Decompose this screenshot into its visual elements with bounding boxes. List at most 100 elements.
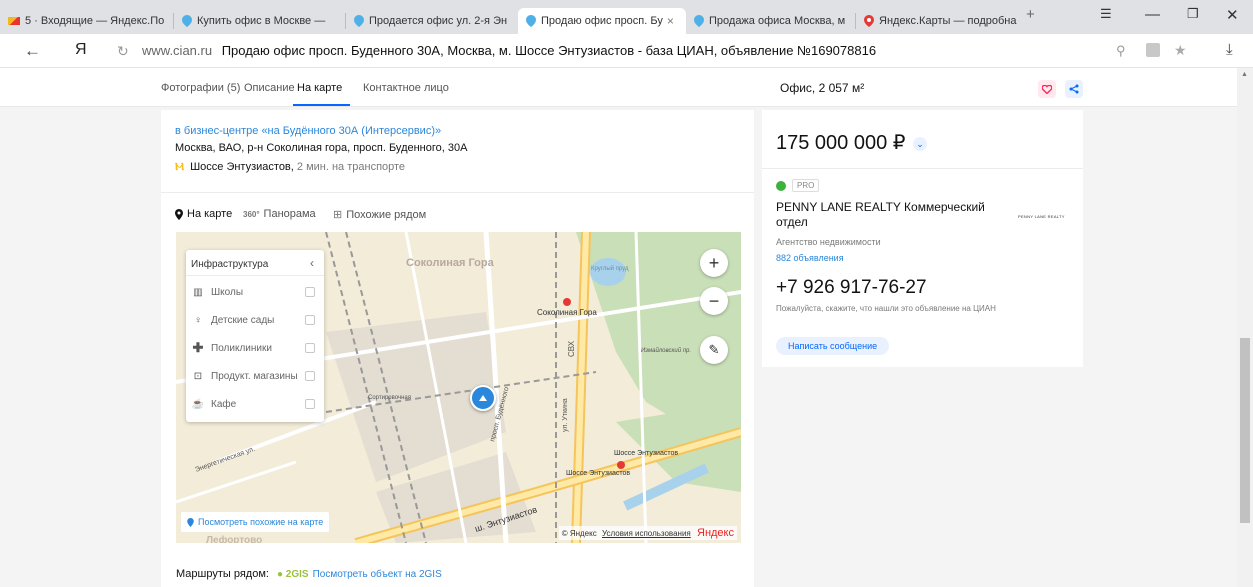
new-tab-button[interactable]: + [1026,6,1035,23]
protect-icon[interactable] [1146,43,1160,57]
tab-label: 5 · Входящие — Яндекс.По [25,15,165,27]
back-icon[interactable]: ← [24,41,41,61]
svg-text:СВХ: СВХ [567,340,576,357]
page-scrollbar[interactable]: ▲ [1237,68,1253,587]
map-tab-similar[interactable]: ⊞ Похожие рядом [333,208,427,222]
phone-number[interactable]: +7 926 917-76-27 [776,277,927,299]
restore-icon[interactable]: ❐ [1187,6,1199,22]
layer-checkbox[interactable] [305,287,315,297]
search-icon[interactable]: ⚲ [1116,43,1126,59]
tab-label: Продаю офис просп. Бу [541,15,663,27]
scrollbar-thumb[interactable] [1240,338,1250,523]
tab-yandex-maps[interactable]: Яндекс.Карты — подробна [856,8,1024,34]
url-domain: www.cian.ru [142,43,213,58]
url-field[interactable]: www.cian.ru Продаю офис просп. Буденного… [142,43,876,58]
browser-tab-strip: 5 · Входящие — Яндекс.По Купить офис в М… [0,0,1253,34]
panorama-icon: 360° [243,209,260,219]
url-page-title: Продаю офис просп. Буденного 30А, Москва… [221,43,877,58]
cian-pin-icon [182,15,192,27]
pin-icon [175,208,183,220]
layer-label: Продукт. магазины [211,370,298,382]
bookmark-star-icon[interactable]: ★ [1174,42,1187,59]
tab-label: Яндекс.Карты — подробна [879,15,1017,27]
layer-schools[interactable]: ▥ Школы [191,282,319,302]
scroll-up-icon[interactable]: ▲ [1241,71,1248,78]
zoom-in-button[interactable]: + [700,249,728,277]
similar-on-map-link[interactable]: Посмотреть похожие на карте [181,512,330,532]
tab-contact[interactable]: Контактное лицо [363,82,449,94]
tab-label: Продажа офиса Москва, м [709,15,846,27]
address-bar: ← Я ↻ www.cian.ru Продаю офис просп. Буд… [0,34,1253,68]
agency-logo[interactable]: PENNY LANE REALTY [1018,214,1065,219]
map-tab-panorama[interactable]: 360° Панорама [243,208,316,220]
routes-label: Маршруты рядом: [176,568,269,580]
tab-buy-office[interactable]: Купить офис в Москве — [174,8,346,34]
chevron-left-icon[interactable]: ‹ [310,256,314,270]
layer-clinics[interactable]: ✚ Поликлиники [191,338,319,358]
2gis-link[interactable]: Посмотреть объект на 2GIS [313,569,442,580]
layer-kindergartens[interactable]: ♀ Детские сады [191,310,319,330]
zoom-out-button[interactable]: − [700,287,728,315]
share-icon[interactable] [1065,80,1083,98]
layer-cafe[interactable]: ☕ Кафе [191,394,319,414]
offer-title: Офис, 2 057 м² [780,81,865,95]
download-icon[interactable]: ⤓ [1226,41,1233,58]
layer-checkbox[interactable] [305,315,315,325]
svg-text:ул. Уткина: ул. Уткина [562,398,569,432]
mail-icon [8,17,20,25]
clinic-icon: ✚ [192,340,204,355]
copyright-text: © Яндекс [561,529,597,538]
agency-type: Агентство недвижимости [776,237,881,247]
map-tab-label: Похожие рядом [346,208,427,221]
tab-photos[interactable]: Фотографии (5) [161,82,240,94]
menu-icon[interactable]: ☰ [1100,6,1112,22]
agency-ads-link[interactable]: 882 объявления [776,253,844,263]
layer-checkbox[interactable] [305,399,315,409]
tab-mail[interactable]: 5 · Входящие — Яндекс.По [0,8,174,34]
routes-row: Маршруты рядом: ● 2GIS Посмотреть объект… [176,568,442,580]
layer-shops[interactable]: ⊡ Продукт. магазины [191,366,319,386]
layer-checkbox[interactable] [305,343,315,353]
layer-label: Детские сады [211,314,275,326]
tab-description[interactable]: Описание [244,82,295,94]
close-icon[interactable]: × [667,14,674,28]
yandex-brand-logo[interactable]: Яндекс [697,527,734,539]
object-marker[interactable] [470,385,496,411]
ruler-icon[interactable]: ✎ [700,336,728,364]
tab-office-moscow[interactable]: Продажа офиса Москва, м [686,8,856,34]
school-icon: ▥ [193,286,203,298]
agency-name[interactable]: PENNY LANE REALTY Коммерческий отдел [776,200,996,230]
minimize-icon[interactable]: — [1145,6,1160,23]
map-copyright: © Яндекс Условия использования Яндекс [558,526,737,540]
tab-active-offer[interactable]: Продаю офис просп. Бу × [518,8,686,34]
svg-text:Шоссе Энтузиастов: Шоссе Энтузиастов [614,450,678,457]
svg-text:Соколиная Гора: Соколиная Гора [406,257,495,269]
map-tab-label: На карте [187,208,233,220]
reload-icon[interactable]: ↻ [117,43,129,60]
cian-pin-icon [694,15,704,27]
verified-check-icon [776,180,786,191]
business-center-link[interactable]: в бизнес-центре «на Будённого 30А (Интер… [175,125,441,137]
chevron-down-icon[interactable]: ⌄ [913,136,928,151]
svg-text:Соколиная Гора: Соколиная Гора [537,308,597,317]
infrastructure-panel: Инфраструктура ‹ ▥ Школы ♀ Детские сады … [186,250,324,422]
terms-link[interactable]: Условия использования [602,529,691,538]
infrastructure-title-label: Инфраструктура [191,259,269,270]
favorite-heart-icon[interactable] [1038,80,1056,98]
2gis-logo-icon: ● 2GIS [276,568,309,580]
write-message-button[interactable]: Написать сообщение [776,337,890,355]
svg-text:Сортировочная: Сортировочная [368,395,411,401]
layer-label: Школы [211,286,244,298]
window-close-icon[interactable]: ✕ [1226,6,1239,24]
pro-tag: PRO [792,179,820,192]
layer-checkbox[interactable] [305,371,315,381]
map-view[interactable]: Соколиная Гора Соколиная Гора Круглый пр… [176,232,741,543]
map-tab-map[interactable]: На карте [175,208,232,220]
tab-office-sale[interactable]: Продается офис ул. 2-я Эн [346,8,518,34]
layer-label: Кафе [211,398,237,410]
tab-map[interactable]: На карте [297,82,342,94]
yandex-logo-icon[interactable]: Я [75,41,87,59]
metro-station[interactable]: Шоссе Энтузиастов, [190,161,294,173]
cian-pin-icon [354,15,364,27]
active-tab-indicator [293,104,350,106]
